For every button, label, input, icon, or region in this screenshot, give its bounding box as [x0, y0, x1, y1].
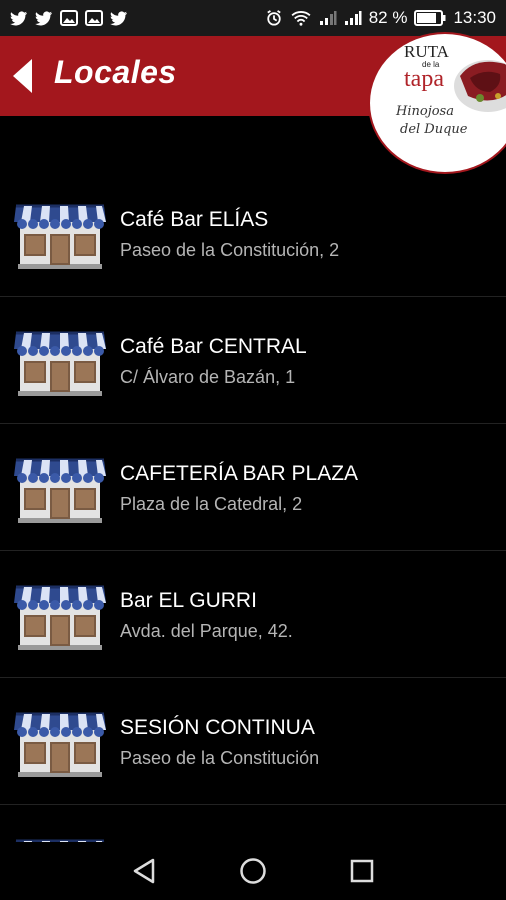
venue-name: Café Bar ELÍAS [120, 208, 269, 231]
logo-tapa-text: tapa [404, 66, 444, 92]
status-bar: 82 % 13:30 [0, 0, 506, 36]
image-icon [85, 10, 103, 26]
ruta-de-la-tapa-logo: RUTA de la tapa Hinojosa del Duque [370, 34, 506, 172]
notification-icons [10, 10, 128, 26]
store-icon [14, 708, 106, 778]
venue-list[interactable]: Café Bar ELÍAS Paseo de la Constitución,… [0, 170, 506, 842]
venue-list-item[interactable]: Bar EL GURRI Avda. del Parque, 42. [0, 551, 506, 678]
food-plate-image [454, 60, 506, 112]
venue-address: Avda. del Parque, 42. [120, 621, 293, 641]
venue-list-item[interactable]: CAFETERÍA BAR PLAZA Plaza de la Catedral… [0, 424, 506, 551]
venue-name: SESIÓN CONTINUA [120, 716, 315, 739]
store-icon [14, 581, 106, 651]
venue-address: Paseo de la Constitución [120, 748, 320, 768]
venue-address: Plaza de la Catedral, 2 [120, 494, 303, 514]
signal-icon [319, 11, 337, 25]
alarm-icon [266, 10, 281, 26]
venue-name: Café Bar CENTRAL [120, 335, 307, 358]
system-icons: 82 % 13:30 [265, 8, 496, 28]
venue-name: Bar EL GURRI [120, 589, 257, 612]
store-icon [14, 200, 106, 270]
venue-list-item[interactable]: Café Bar ELÍAS Paseo de la Constitución,… [0, 170, 506, 297]
venue-list-item[interactable]: Café Bar CENTRAL C/ Álvaro de Bazán, 1 [0, 297, 506, 424]
twitter-icon [35, 11, 52, 26]
store-icon [14, 327, 106, 397]
store-icon [14, 835, 106, 842]
page-title: Locales [54, 54, 177, 90]
wifi-icon [291, 11, 311, 26]
battery-percent: 82 % [368, 8, 408, 27]
twitter-icon [10, 11, 27, 26]
back-arrow-icon[interactable] [8, 56, 36, 96]
twitter-icon [110, 11, 127, 26]
back-nav-icon[interactable] [131, 857, 157, 885]
battery-icon [414, 10, 446, 26]
venue-list-item[interactable]: SESIÓN CONTINUA Paseo de la Constitución [0, 678, 506, 805]
recents-nav-icon[interactable] [349, 858, 375, 884]
logo-ruta-text: RUTA [404, 42, 449, 61]
venue-address: C/ Álvaro de Bazán, 1 [120, 367, 296, 387]
clock: 13:30 [453, 8, 496, 27]
venue-list-item[interactable] [0, 805, 506, 842]
logo-duque-text: del Duque [400, 122, 468, 137]
navigation-bar [0, 842, 506, 900]
venue-name: CAFETERÍA BAR PLAZA [120, 462, 359, 485]
image-icon [60, 10, 78, 26]
home-nav-icon[interactable] [239, 857, 267, 885]
logo-hinojosa-text: Hinojosa [396, 104, 454, 119]
signal-icon [344, 11, 362, 25]
venue-address: Paseo de la Constitución, 2 [120, 240, 340, 260]
store-icon [14, 454, 106, 524]
